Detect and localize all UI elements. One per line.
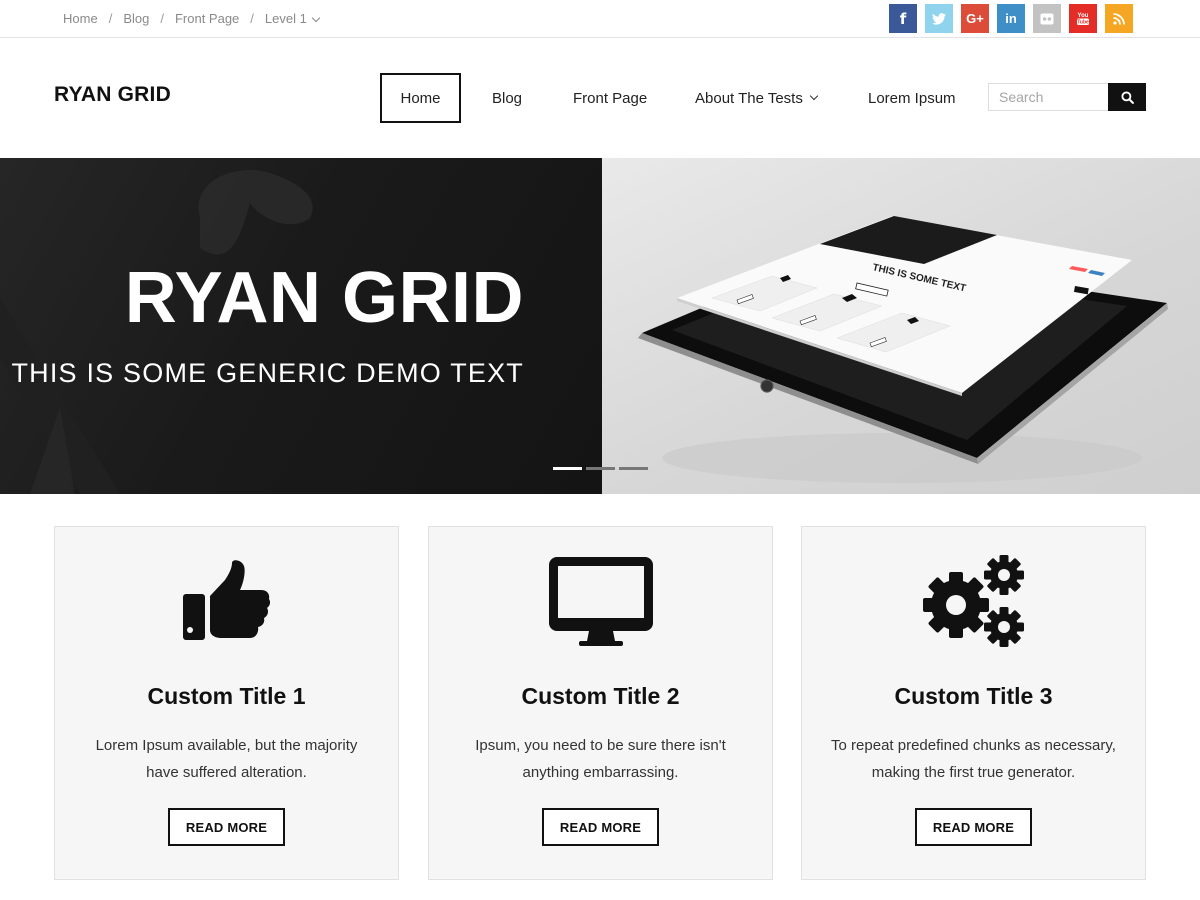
breadcrumb-level-1[interactable]: Level 1 — [264, 11, 321, 26]
flickr-icon — [1040, 13, 1054, 24]
nav-home-label: Home — [400, 89, 441, 107]
card-description: Lorem Ipsum available, but the majority … — [75, 732, 378, 786]
card-title: Custom Title 3 — [894, 683, 1053, 709]
breadcrumb-home[interactable]: Home — [63, 11, 98, 26]
chevron-down-icon — [311, 13, 321, 23]
feature-card: Custom Title 3 To repeat predefined chun… — [801, 526, 1146, 880]
feature-card: Custom Title 1 Lorem Ipsum available, bu… — [54, 526, 399, 880]
card-description-line: have suffered alteration. — [146, 764, 307, 781]
card-description-line: To repeat predefined chunks as necessary… — [831, 737, 1116, 754]
site-logo[interactable]: RYAN GRID — [54, 83, 171, 107]
nav-about-the-tests[interactable]: About The Tests — [695, 73, 819, 123]
search-input[interactable] — [988, 83, 1108, 111]
twitter-icon — [932, 12, 946, 25]
breadcrumb-front-page[interactable]: Front Page — [175, 11, 239, 26]
search-form — [988, 83, 1146, 111]
card-description: To repeat predefined chunks as necessary… — [822, 732, 1125, 786]
card-title: Custom Title 1 — [147, 683, 306, 709]
nav-lorem-ipsum[interactable]: Lorem Ipsum — [868, 73, 956, 123]
svg-text:Tube: Tube — [1077, 20, 1089, 26]
breadcrumb-blog[interactable]: Blog — [123, 11, 149, 26]
card-description-line: Ipsum, you need to be sure there isn't — [475, 737, 726, 754]
rss-icon — [1113, 12, 1125, 25]
read-more-button[interactable]: READ MORE — [168, 808, 285, 846]
hero-text-panel: RYAN GRID THIS IS SOME GENERIC DEMO TEXT — [0, 158, 602, 494]
card-description-line: making the first true generator. — [871, 764, 1076, 781]
nav-blog[interactable]: Blog — [492, 73, 522, 123]
youtube-icon: YouTube — [1077, 13, 1089, 26]
hero-slider: RYAN GRID THIS IS SOME GENERIC DEMO TEXT… — [0, 158, 1200, 494]
breadcrumb-separator: / — [160, 11, 164, 26]
nav-front-page[interactable]: Front Page — [573, 73, 647, 123]
read-more-button[interactable]: READ MORE — [915, 808, 1032, 846]
hero-title: RYAN GRID — [124, 258, 524, 338]
google-plus-icon: G+ — [966, 11, 984, 26]
card-title: Custom Title 2 — [521, 683, 680, 709]
flickr-button[interactable] — [1033, 4, 1061, 33]
gears-icon — [802, 555, 1145, 647]
facebook-icon: f — [899, 9, 907, 28]
slider-pagination — [553, 467, 648, 470]
nav-lorem-ipsum-label: Lorem Ipsum — [868, 89, 956, 107]
breadcrumb-separator: / — [108, 11, 113, 26]
nav-about-the-tests-label: About The Tests — [695, 89, 803, 107]
top-bar: Home / Blog / Front Page / Level 1 f G+ … — [0, 0, 1200, 38]
google-plus-button[interactable]: G+ — [961, 4, 989, 33]
thumbs-up-icon — [55, 557, 398, 647]
monitor-icon — [429, 557, 772, 647]
hero-image-panel: THIS IS SOME TEXT — [602, 158, 1200, 494]
hero-subtitle: THIS IS SOME GENERIC DEMO TEXT — [11, 358, 524, 388]
read-more-button[interactable]: READ MORE — [542, 808, 659, 846]
search-icon — [1120, 90, 1134, 104]
social-links: f G+ in You Tube — [889, 4, 1133, 33]
chevron-down-icon — [809, 91, 819, 101]
linkedin-icon: in — [1005, 11, 1017, 26]
breadcrumb-level-1-label: Level 1 — [264, 11, 307, 26]
twitter-button[interactable] — [925, 4, 953, 33]
linkedin-button[interactable]: in — [997, 4, 1025, 33]
svg-text:You: You — [1078, 13, 1089, 19]
slider-dot-3[interactable] — [619, 467, 648, 470]
card-description-line: Lorem Ipsum available, but the majority — [95, 737, 358, 754]
nav-front-page-label: Front Page — [573, 89, 648, 107]
card-description-line: anything embarrassing. — [522, 764, 679, 781]
nav-home[interactable]: Home — [380, 73, 461, 123]
card-description: Ipsum, you need to be sure there isn't a… — [449, 732, 752, 786]
facebook-button[interactable]: f — [889, 4, 917, 33]
slider-dot-2[interactable] — [586, 467, 615, 470]
tablet-mockup-image: THIS IS SOME TEXT — [638, 216, 1168, 483]
rss-button[interactable] — [1105, 4, 1133, 33]
feature-card: Custom Title 2 Ipsum, you need to be sur… — [428, 526, 773, 880]
nav-blog-label: Blog — [492, 89, 523, 107]
breadcrumb-separator: / — [250, 11, 254, 26]
search-button[interactable] — [1108, 83, 1146, 111]
youtube-button[interactable]: You Tube — [1069, 4, 1097, 33]
slider-dot-1[interactable] — [553, 467, 582, 470]
breadcrumb: Home / Blog / Front Page / Level 1 — [63, 0, 321, 37]
